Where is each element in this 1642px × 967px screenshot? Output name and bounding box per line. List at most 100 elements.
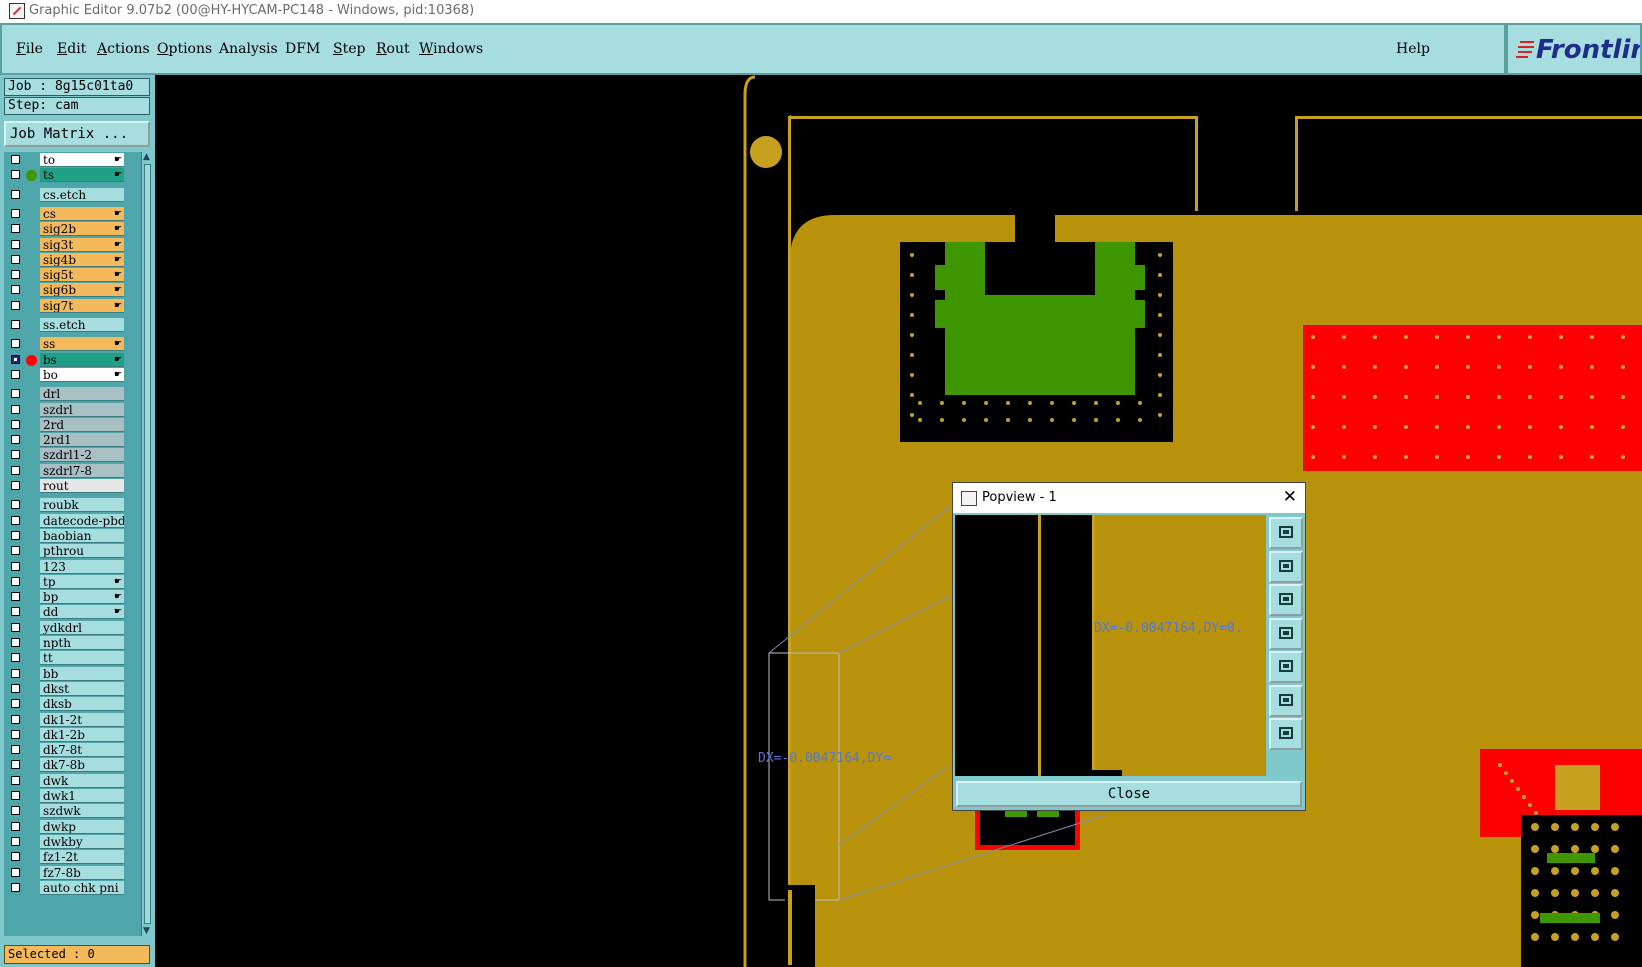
- layer-row[interactable]: npth: [4, 636, 141, 651]
- layer-name[interactable]: sig4b: [40, 252, 124, 267]
- layer-checkbox[interactable]: [11, 592, 20, 602]
- layer-checkbox[interactable]: [11, 806, 20, 816]
- layer-name[interactable]: cs: [40, 206, 124, 221]
- layer-checkbox[interactable]: [11, 821, 20, 831]
- pan-down-icon[interactable]: [1269, 584, 1303, 616]
- layer-name[interactable]: dwk1: [40, 789, 124, 803]
- layer-row[interactable]: dwk1: [4, 789, 141, 804]
- layer-checkbox[interactable]: [11, 481, 20, 490]
- menu-options[interactable]: Options: [157, 41, 212, 57]
- layer-name[interactable]: dwkby: [40, 834, 124, 849]
- layer-name[interactable]: dwkp: [40, 819, 124, 834]
- layer-checkbox[interactable]: [11, 224, 20, 234]
- layer-name[interactable]: roubk: [40, 498, 124, 513]
- layer-checkbox[interactable]: [11, 683, 20, 693]
- menu-actions[interactable]: Actions: [97, 41, 150, 57]
- layer-checkbox[interactable]: [11, 189, 20, 199]
- layer-name[interactable]: bs: [40, 352, 124, 367]
- layer-checkbox[interactable]: [11, 435, 20, 445]
- layer-name[interactable]: szdrl7-8: [40, 463, 124, 478]
- layer-row[interactable]: dk7-8t: [4, 743, 141, 758]
- layer-row[interactable]: bs ☛: [4, 352, 141, 368]
- layer-checkbox[interactable]: [11, 320, 20, 329]
- layer-name[interactable]: fz1-2t: [40, 850, 124, 865]
- layer-name[interactable]: ydkdrl: [40, 620, 124, 635]
- layer-name[interactable]: sig5t: [40, 268, 124, 283]
- layer-checkbox[interactable]: [11, 668, 20, 678]
- layer-name[interactable]: cs.etch: [40, 187, 124, 202]
- layer-name[interactable]: sig7t: [40, 298, 124, 313]
- popview-close-icon[interactable]: ✕: [1283, 487, 1297, 507]
- layer-checkbox[interactable]: [11, 546, 20, 556]
- layer-row[interactable]: dk7-8b: [4, 758, 141, 773]
- layer-row[interactable]: bo ☛: [4, 367, 141, 383]
- layer-row[interactable]: fz1-2t: [4, 850, 141, 865]
- graphic-canvas[interactable]: DX=-0.0047164,DY=: [155, 75, 1642, 967]
- layer-name[interactable]: dk1-2t: [40, 712, 124, 727]
- layer-checkbox[interactable]: [11, 450, 20, 460]
- layer-checkbox[interactable]: [11, 300, 20, 310]
- layer-name[interactable]: bb: [40, 666, 124, 681]
- layer-name[interactable]: bo: [40, 367, 124, 382]
- layer-name[interactable]: 2rd1: [40, 433, 124, 448]
- layer-row[interactable]: bb: [4, 666, 141, 682]
- layer-checkbox[interactable]: [11, 622, 20, 632]
- layer-name[interactable]: szdwk: [40, 804, 124, 819]
- layer-name[interactable]: ts: [40, 168, 124, 183]
- layer-row[interactable]: 2rd1: [4, 433, 141, 448]
- layer-checkbox[interactable]: [11, 285, 20, 295]
- layer-checkbox[interactable]: [11, 699, 20, 709]
- layer-name[interactable]: szdrl: [40, 402, 124, 417]
- layer-checkbox[interactable]: [11, 155, 20, 164]
- layer-row[interactable]: szdrl: [4, 402, 141, 418]
- layer-list-scrollbar[interactable]: ▲ ▼: [141, 152, 154, 936]
- layer-row[interactable]: szdrl1-2: [4, 448, 141, 463]
- zoom-in-icon[interactable]: [1269, 684, 1303, 717]
- menu-file[interactable]: File: [16, 41, 43, 57]
- menu-analysis[interactable]: Analysis: [219, 41, 278, 57]
- layer-row[interactable]: drl: [4, 387, 141, 402]
- zoom-fit-icon[interactable]: [1269, 517, 1303, 549]
- layer-name[interactable]: tt: [40, 651, 124, 666]
- layer-row[interactable]: rout: [4, 479, 141, 494]
- layer-checkbox[interactable]: [11, 775, 20, 785]
- layer-checkbox[interactable]: [11, 239, 20, 249]
- menu-windows[interactable]: Windows: [419, 41, 483, 57]
- layer-row[interactable]: 123: [4, 559, 141, 575]
- layer-checkbox[interactable]: [11, 576, 20, 586]
- layer-row[interactable]: dk1-2t: [4, 712, 141, 728]
- layer-row[interactable]: fz7-8b: [4, 865, 141, 881]
- layer-checkbox[interactable]: [11, 882, 20, 892]
- layer-checkbox[interactable]: [11, 714, 20, 724]
- layer-row[interactable]: dd ☛: [4, 605, 141, 620]
- layer-name[interactable]: auto chk pni: [40, 880, 124, 895]
- layer-row[interactable]: dwkp: [4, 819, 141, 835]
- layer-row[interactable]: bp ☛: [4, 590, 141, 605]
- layer-checkbox[interactable]: [11, 404, 20, 414]
- layer-checkbox[interactable]: [11, 254, 20, 264]
- layer-checkbox[interactable]: [11, 745, 20, 755]
- layer-row[interactable]: to ☛: [4, 153, 141, 168]
- layer-checkbox[interactable]: [11, 760, 20, 770]
- layer-row[interactable]: tp ☛: [4, 574, 141, 590]
- layer-checkbox[interactable]: [11, 369, 20, 379]
- layer-checkbox[interactable]: [11, 561, 20, 571]
- popview-canvas[interactable]: DX=-0.0047164,DY=0.: [955, 515, 1266, 776]
- menu-dfm[interactable]: DFM: [285, 41, 320, 57]
- layer-name[interactable]: dwk: [40, 773, 124, 788]
- layer-checkbox[interactable]: [11, 653, 20, 663]
- layer-name[interactable]: baobian: [40, 528, 124, 543]
- layer-row[interactable]: sig4b ☛: [4, 252, 141, 268]
- layer-row[interactable]: pthrou: [4, 544, 141, 559]
- layer-row[interactable]: dwk: [4, 773, 141, 789]
- layer-row[interactable]: sig5t ☛: [4, 268, 141, 283]
- layer-row[interactable]: auto chk pni: [4, 880, 141, 896]
- pan-right-icon[interactable]: [1269, 651, 1303, 683]
- layer-row[interactable]: baobian: [4, 528, 141, 544]
- layer-checkbox[interactable]: [11, 530, 20, 540]
- layer-row[interactable]: roubk: [4, 498, 141, 513]
- layer-row[interactable]: 2rd: [4, 417, 141, 433]
- layer-checkbox[interactable]: [11, 852, 20, 862]
- pan-up-icon[interactable]: [1269, 550, 1303, 583]
- pan-left-icon[interactable]: [1269, 617, 1303, 650]
